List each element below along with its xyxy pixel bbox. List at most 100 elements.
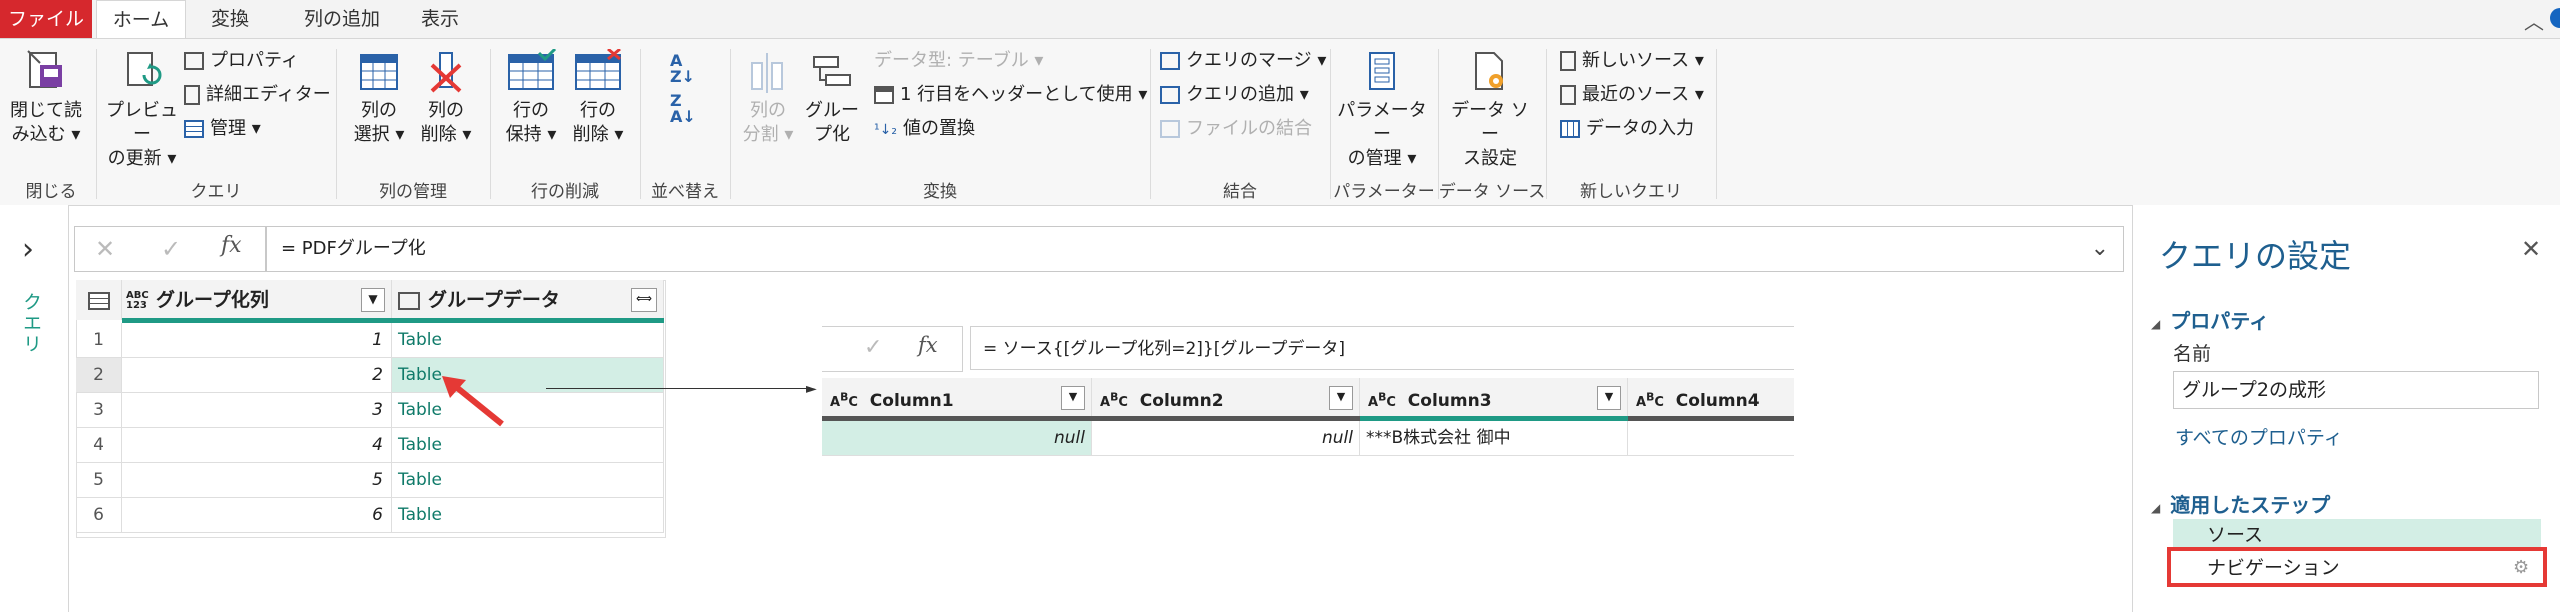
expand-formula-icon[interactable]: ⌄ bbox=[2091, 227, 2109, 271]
annotation-arrowhead-icon: ► bbox=[806, 381, 817, 397]
cell-table-link[interactable]: Table bbox=[392, 428, 664, 463]
keep-rows-button[interactable]: 行の 保持 ▾ bbox=[496, 49, 566, 147]
close-pane-icon[interactable]: ✕ bbox=[2521, 235, 2541, 263]
preview-cell[interactable]: null bbox=[822, 421, 1092, 456]
text-type-icon: ABC bbox=[830, 391, 858, 411]
preview-cell[interactable] bbox=[1628, 421, 1794, 456]
expand-column-icon[interactable]: ⟺ bbox=[631, 288, 657, 312]
tab-view[interactable]: 表示 bbox=[418, 0, 462, 38]
queries-pane-label[interactable]: クエリ bbox=[18, 292, 45, 355]
close-and-load-button[interactable]: 閉じて読 み込む ▾ bbox=[6, 49, 86, 147]
merge-queries-button[interactable]: クエリのマージ ▾ bbox=[1160, 49, 1326, 73]
filter-dropdown-icon[interactable]: ▼ bbox=[1061, 386, 1085, 410]
row-number[interactable]: 5 bbox=[76, 463, 122, 498]
data-type-dropdown[interactable]: データ型: テーブル ▾ bbox=[874, 49, 1043, 73]
manage-parameters-label-1: パラメーター bbox=[1337, 100, 1427, 145]
split-column-icon bbox=[751, 53, 783, 93]
tab-home[interactable]: ホーム bbox=[96, 0, 186, 40]
fx-icon[interactable]: fx bbox=[221, 233, 242, 258]
keep-rows-label-1: 行の bbox=[513, 100, 549, 121]
cell-group-key[interactable]: 5 bbox=[122, 463, 392, 498]
row-number[interactable]: 4 bbox=[76, 428, 122, 463]
column-header-group-key[interactable]: ABC 123 グループ化列 ▼ bbox=[122, 280, 392, 320]
append-queries-button[interactable]: クエリの追加 ▾ bbox=[1160, 83, 1309, 107]
help-icon[interactable] bbox=[2550, 8, 2560, 28]
refresh-preview-label-1: プレビュー bbox=[106, 100, 178, 145]
preview-fx-icon[interactable]: fx bbox=[918, 333, 938, 357]
cell-table-link[interactable]: Table bbox=[392, 498, 664, 533]
enter-data-button[interactable]: データの入力 bbox=[1560, 117, 1694, 141]
preview-cell[interactable]: ***B株式会社 御中 bbox=[1360, 421, 1628, 456]
tab-file[interactable]: ファイル bbox=[0, 0, 92, 38]
row-number[interactable]: 6 bbox=[76, 498, 122, 533]
close-load-icon bbox=[27, 50, 62, 88]
preview-column-header[interactable]: ABC Column3 ▼ bbox=[1360, 378, 1628, 418]
cell-table-link[interactable]: Table bbox=[392, 323, 664, 358]
text-type-icon: ABC bbox=[1636, 391, 1664, 411]
filter-dropdown-icon[interactable]: ▼ bbox=[1597, 386, 1621, 410]
annotation-red-arrow bbox=[442, 376, 504, 427]
data-source-settings-button[interactable]: データ ソー ス設定 bbox=[1444, 49, 1536, 171]
properties-button[interactable]: プロパティ bbox=[184, 49, 299, 73]
query-name-input[interactable]: グループ2の成形 bbox=[2173, 371, 2539, 409]
tab-add-column[interactable]: 列の追加 bbox=[292, 0, 392, 38]
preview-formula-bar[interactable]: = ソース{[グループ化列=2]}[グループデータ] bbox=[970, 326, 1794, 370]
row-number[interactable]: 3 bbox=[76, 393, 122, 428]
row-number[interactable]: 1 bbox=[76, 323, 122, 358]
split-column-button[interactable]: 列の 分割 ▾ bbox=[736, 49, 800, 147]
group-label-rows: 行の削減 bbox=[531, 182, 599, 202]
properties-icon bbox=[184, 52, 204, 70]
cell-table-link[interactable]: Table bbox=[392, 393, 664, 428]
remove-columns-label-2: 削除 ▾ bbox=[420, 124, 472, 145]
column-header-group-data[interactable]: グループデータ ⟺ bbox=[392, 280, 664, 320]
row-number[interactable]: 2 bbox=[76, 358, 122, 393]
remove-columns-label-1: 列の bbox=[428, 100, 464, 121]
all-properties-link[interactable]: すべてのプロパティ bbox=[2175, 423, 2343, 450]
remove-columns-button[interactable]: 列の 削除 ▾ bbox=[414, 49, 478, 147]
cell-group-key[interactable]: 2 bbox=[122, 358, 392, 393]
manage-label: 管理 ▾ bbox=[210, 118, 261, 139]
filter-dropdown-icon[interactable]: ▼ bbox=[361, 288, 385, 312]
properties-label: プロパティ bbox=[210, 50, 299, 71]
collapse-ribbon-icon[interactable]: ︿ bbox=[2524, 6, 2544, 35]
tab-transform[interactable]: 変換 bbox=[200, 0, 260, 38]
cell-group-key[interactable]: 4 bbox=[122, 428, 392, 463]
sort-descending-icon[interactable]: Z A↓ bbox=[670, 93, 696, 125]
cell-group-key[interactable]: 6 bbox=[122, 498, 392, 533]
refresh-preview-button[interactable]: プレビュー の更新 ▾ bbox=[100, 49, 184, 171]
split-column-label-1: 列の bbox=[750, 100, 786, 121]
preview-cell[interactable]: null bbox=[1092, 421, 1360, 456]
filter-dropdown-icon[interactable]: ▼ bbox=[1329, 386, 1353, 410]
formula-bar[interactable]: = PDFグループ化 ⌄ bbox=[266, 226, 2124, 272]
advanced-editor-button[interactable]: 詳細エディター bbox=[184, 83, 331, 107]
query-settings-title: クエリの設定 bbox=[2159, 237, 2352, 275]
preview-column-header[interactable]: ABC Column4 bbox=[1628, 378, 1794, 418]
formula-text[interactable]: = PDFグループ化 bbox=[281, 238, 426, 259]
preview-column-header[interactable]: ABC Column2 ▼ bbox=[1092, 378, 1360, 418]
new-source-button[interactable]: 新しいソース ▾ bbox=[1560, 49, 1704, 73]
recent-sources-button[interactable]: 最近のソース ▾ bbox=[1560, 83, 1704, 107]
manage-button[interactable]: 管理 ▾ bbox=[184, 117, 261, 141]
use-first-row-as-headers-button[interactable]: 1 行目をヘッダーとして使用 ▾ bbox=[874, 83, 1147, 107]
expand-queries-icon[interactable]: › bbox=[22, 232, 34, 267]
cell-group-key[interactable]: 1 bbox=[122, 323, 392, 358]
cell-group-key[interactable]: 3 bbox=[122, 393, 392, 428]
combine-files-button[interactable]: ファイルの結合 bbox=[1160, 117, 1312, 141]
manage-parameters-button[interactable]: パラメーター の管理 ▾ bbox=[1332, 49, 1432, 171]
preview-commit-icon[interactable]: ✓ bbox=[864, 335, 882, 360]
commit-icon[interactable]: ✓ bbox=[161, 235, 181, 263]
choose-columns-button[interactable]: 列の 選択 ▾ bbox=[344, 49, 414, 147]
name-label: 名前 bbox=[2173, 343, 2212, 365]
preview-column-name: Column4 bbox=[1675, 391, 1760, 412]
preview-column-header[interactable]: ABC Column1 ▼ bbox=[822, 378, 1092, 418]
preview-column-name: Column2 bbox=[1139, 391, 1224, 412]
cell-table-link[interactable]: Table bbox=[392, 463, 664, 498]
sort-ascending-icon[interactable]: A Z↓ bbox=[670, 53, 695, 85]
cancel-icon[interactable]: ✕ bbox=[95, 235, 115, 263]
properties-section-header[interactable]: ◢ プロパティ bbox=[2151, 305, 2269, 334]
replace-values-button[interactable]: ¹↓₂ 値の置換 bbox=[874, 117, 975, 142]
applied-steps-section-header[interactable]: ◢ 適用したステップ bbox=[2151, 489, 2330, 518]
table-select-icon[interactable] bbox=[76, 280, 122, 320]
group-by-button[interactable]: グルー プ化 bbox=[800, 49, 864, 147]
remove-rows-button[interactable]: 行の 削除 ▾ bbox=[566, 49, 630, 147]
